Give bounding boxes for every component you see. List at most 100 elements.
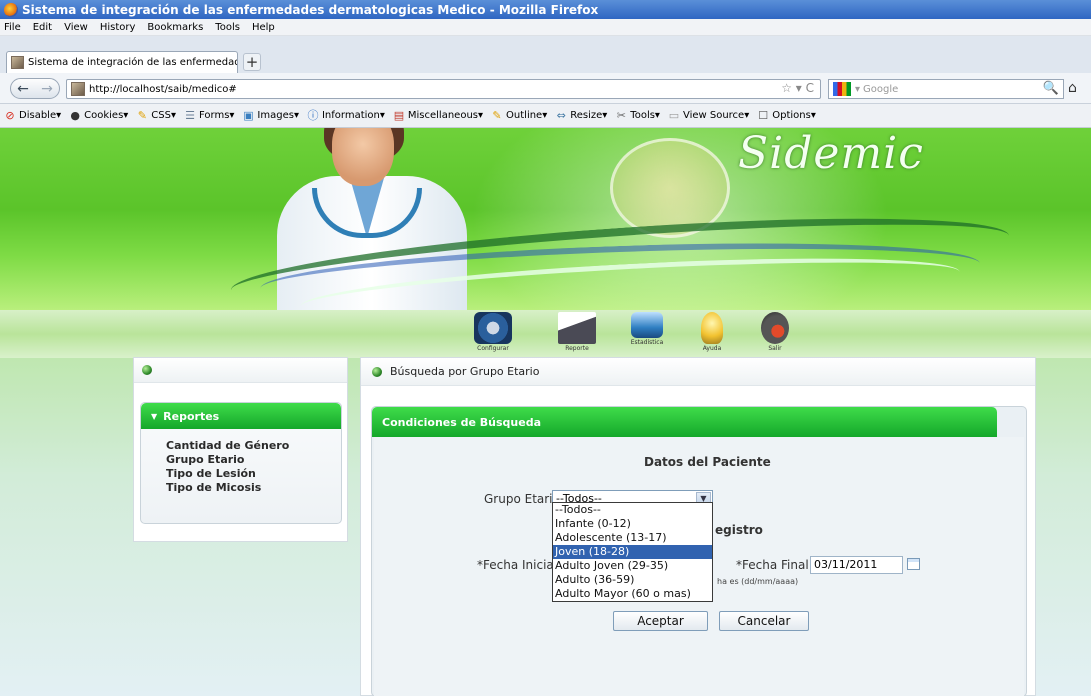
- devtool-3[interactable]: ☰ Forms▾: [184, 108, 235, 122]
- search-conditions-label: Condiciones de Búsqueda: [382, 415, 542, 429]
- dropdown-option[interactable]: Adulto (36-59): [553, 573, 712, 587]
- devtool-4[interactable]: ▣ Images▾: [242, 108, 299, 122]
- site-favicon-icon: [11, 56, 24, 69]
- menu-bookmarks[interactable]: Bookmarks: [147, 22, 203, 33]
- tab-sidemic[interactable]: Sistema de integración de las enfermedad…: [6, 51, 238, 73]
- grupo-etario-dropdown: --Todos-- Infante (0-12) Adolescente (13-1…: [552, 502, 713, 602]
- forward-button[interactable]: →: [35, 81, 59, 97]
- devtool-label: Options▾: [772, 110, 816, 121]
- devtool-icon: ⊘: [5, 108, 15, 122]
- menu-history[interactable]: History: [100, 22, 136, 33]
- devtool-icon: ✎: [137, 108, 147, 122]
- devtool-0[interactable]: ⊘ Disable▾: [4, 108, 62, 122]
- devtool-8[interactable]: ⇔ Resize▾: [555, 108, 608, 122]
- search-placeholder: Google: [863, 83, 899, 95]
- nav-label: Configurar: [477, 345, 509, 352]
- devtool-5[interactable]: ⓘ Information▾: [307, 109, 384, 122]
- fecha-inicial-label: *Fecha Inicial:: [477, 558, 562, 572]
- search-icon[interactable]: 🔍: [1043, 81, 1059, 96]
- statistics-icon: [631, 312, 663, 338]
- devtool-icon: ▣: [243, 108, 254, 122]
- url-bar[interactable]: http://localhost/saib/medico# ☆ ▾ C: [66, 79, 821, 99]
- devtool-10[interactable]: ▭ View Source▾: [668, 108, 750, 122]
- back-button[interactable]: ←: [11, 81, 35, 97]
- menu-file[interactable]: File: [4, 22, 21, 33]
- nav-label: Estadística: [630, 339, 664, 346]
- dropdown-option[interactable]: Adulto Joven (29-35): [553, 559, 712, 573]
- devtool-1[interactable]: ● Cookies▾: [69, 108, 129, 122]
- tab-bar: Sistema de integración de las enfermedad…: [0, 36, 1091, 73]
- devtool-2[interactable]: ✎ CSS▾: [136, 108, 176, 122]
- home-icon[interactable]: ⌂: [1068, 80, 1086, 98]
- nav-label: Reporte: [565, 345, 589, 352]
- bookmark-star-reload-icon[interactable]: ☆ ▾ C: [781, 81, 814, 95]
- devtool-icon: ●: [70, 108, 80, 122]
- sidebar-header: [134, 358, 347, 383]
- devtool-label: Tools▾: [630, 110, 660, 121]
- sidebar-item-tipo-micosis[interactable]: Tipo de Micosis: [166, 481, 341, 495]
- devtool-9[interactable]: ✂ Tools▾: [615, 109, 660, 122]
- devtool-label: View Source▾: [682, 110, 750, 121]
- menu-help[interactable]: Help: [252, 22, 275, 33]
- devtool-label: Outline▾: [506, 110, 548, 121]
- tab-title: Sistema de integración de las enfermedad…: [28, 57, 237, 68]
- reports-header[interactable]: ▼ Reportes: [141, 403, 341, 429]
- search-box[interactable]: ▾ Google 🔍: [828, 79, 1064, 99]
- dropdown-option[interactable]: Adulto Mayor (60 o mas): [553, 587, 712, 601]
- header-banner: Sidemic: [0, 128, 1091, 310]
- sidemic-logo: Sidemic: [738, 128, 924, 179]
- devtool-icon: ☰: [185, 108, 195, 122]
- sidebar-item-grupo-etario[interactable]: Grupo Etario: [166, 453, 341, 467]
- exit-icon: [761, 312, 789, 344]
- nav-ayuda[interactable]: Ayuda: [682, 310, 742, 358]
- main-nav-strip: Configurar Reporte Estadística Ayuda Sal…: [0, 310, 1091, 358]
- sidebar-item-tipo-lesion[interactable]: Tipo de Lesión: [166, 467, 341, 481]
- devtool-label: Disable▾: [19, 110, 62, 121]
- devtool-label: Forms▾: [199, 110, 235, 121]
- menu-view[interactable]: View: [64, 22, 88, 33]
- reports-menu: ▼ Reportes Cantidad de Género Grupo Etar…: [140, 402, 342, 524]
- dropdown-option[interactable]: Adolescente (13-17): [553, 531, 712, 545]
- devtool-icon: ▭: [668, 108, 680, 122]
- devtool-11[interactable]: ☐ Options▾: [757, 108, 816, 122]
- main-header: Búsqueda por Grupo Etario: [361, 358, 1035, 386]
- devtool-icon: ☐: [758, 108, 769, 122]
- dropdown-option[interactable]: --Todos--: [553, 503, 712, 517]
- gear-icon: [474, 312, 512, 344]
- dropdown-option[interactable]: Joven (18-28): [553, 545, 712, 559]
- fecha-final-input[interactable]: 03/11/2011: [810, 556, 903, 574]
- google-icon: [833, 82, 851, 96]
- devtool-icon: ▤: [393, 108, 405, 122]
- nav-reporte[interactable]: Reporte: [547, 310, 607, 358]
- search-conditions-header: Condiciones de Búsqueda: [372, 407, 997, 437]
- devtool-7[interactable]: ✎ Outline▾: [491, 108, 548, 122]
- green-bullet-icon: [372, 366, 382, 377]
- menu-edit[interactable]: Edit: [33, 22, 52, 33]
- navigation-toolbar: ← → http://localhost/saib/medico# ☆ ▾ C …: [0, 73, 1091, 104]
- dropdown-option[interactable]: Infante (0-12): [553, 517, 712, 531]
- collapse-arrow-icon: ▼: [151, 411, 158, 421]
- search-engine-arrow[interactable]: ▾: [855, 84, 860, 95]
- devtool-icon: ✎: [492, 108, 502, 122]
- patient-data-title: Datos del Paciente: [644, 455, 771, 469]
- nav-label: Ayuda: [702, 345, 722, 352]
- nav-configurar[interactable]: Configurar: [463, 310, 523, 358]
- url-text: http://localhost/saib/medico#: [89, 83, 237, 95]
- window-titlebar: Sistema de integración de las enfermedad…: [0, 0, 1091, 19]
- nav-estadistica[interactable]: Estadística: [617, 310, 677, 358]
- calendar-icon[interactable]: [907, 558, 920, 570]
- menu-tools[interactable]: Tools: [215, 22, 240, 33]
- devtool-6[interactable]: ▤ Miscellaneous▾: [393, 108, 483, 122]
- cancel-button[interactable]: Cancelar: [719, 611, 809, 631]
- devtool-label: Images▾: [257, 110, 299, 121]
- devtool-icon: ⇔: [556, 108, 566, 122]
- new-tab-button[interactable]: +: [243, 53, 261, 71]
- fecha-final-label: *Fecha Final:: [736, 558, 813, 572]
- sidebar-item-cantidad-genero[interactable]: Cantidad de Género: [166, 439, 341, 453]
- help-bulb-icon: [701, 312, 723, 344]
- accept-button[interactable]: Aceptar: [613, 611, 708, 631]
- devtool-label: Cookies▾: [84, 110, 129, 121]
- menu-bar: File Edit View History Bookmarks Tools H…: [0, 19, 1091, 36]
- nav-salir[interactable]: Salir: [745, 310, 805, 358]
- window-title: Sistema de integración de las enfermedad…: [22, 2, 599, 17]
